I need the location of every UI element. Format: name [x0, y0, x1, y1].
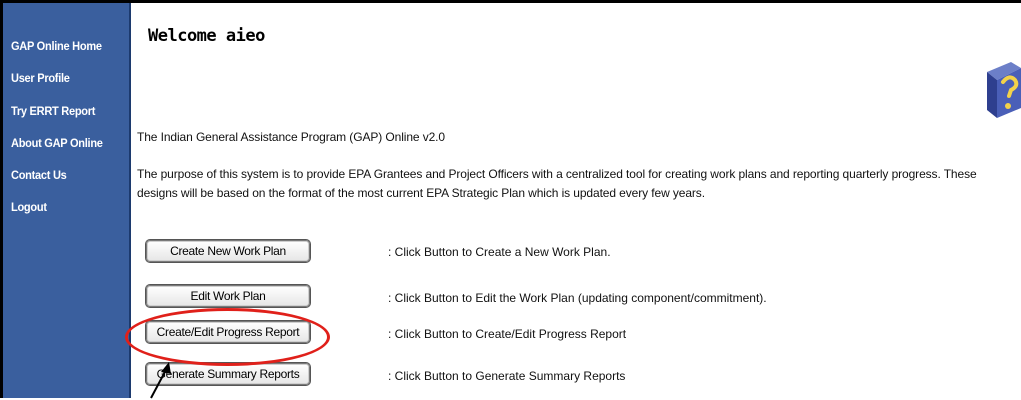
sidebar-item-logout[interactable]: Logout [11, 200, 47, 214]
sidebar-item-try-errt-report[interactable]: Try ERRT Report [11, 104, 95, 118]
edit-work-plan-button[interactable]: Edit Work Plan [146, 285, 310, 307]
pointer-arrow-icon [150, 362, 171, 399]
sidebar-item-about-gap-online[interactable]: About GAP Online [11, 136, 103, 150]
generate-summary-reports-description: : Click Button to Generate Summary Repor… [388, 369, 626, 383]
app-subtitle: The Indian General Assistance Program (G… [137, 130, 445, 144]
create-new-work-plan-button[interactable]: Create New Work Plan [146, 240, 310, 262]
sidebar-item-gap-online-home[interactable]: GAP Online Home [11, 39, 102, 53]
sidebar-item-user-profile[interactable]: User Profile [11, 71, 70, 85]
edit-work-plan-description: : Click Button to Edit the Work Plan (up… [388, 291, 767, 305]
sidebar-nav: GAP Online Home User Profile Try ERRT Re… [3, 3, 131, 398]
create-edit-progress-report-description: : Click Button to Create/Edit Progress R… [388, 327, 627, 341]
purpose-text: The purpose of this system is to provide… [137, 167, 977, 200]
page-title: Welcome aieo [148, 26, 265, 46]
create-new-work-plan-description: : Click Button to Create a New Work Plan… [388, 245, 611, 259]
sidebar-item-contact-us[interactable]: Contact Us [11, 168, 67, 182]
help-book-icon[interactable] [981, 58, 1021, 120]
highlight-ellipse-annotation [125, 308, 330, 366]
